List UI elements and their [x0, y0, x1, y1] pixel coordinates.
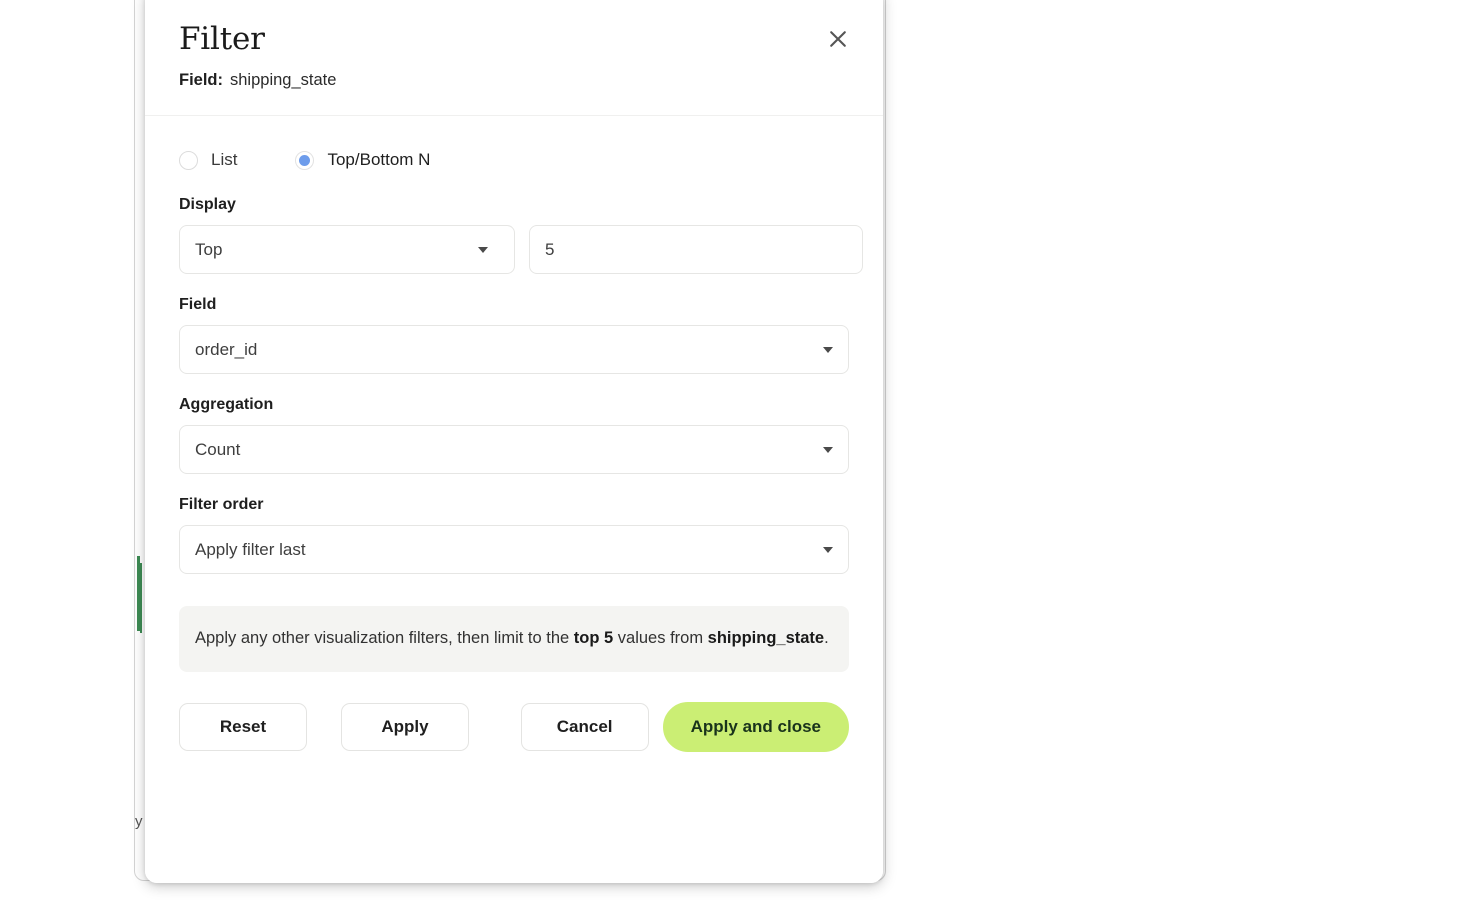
aggregation-select[interactable]: Count — [179, 425, 849, 474]
chevron-down-icon — [823, 546, 833, 553]
close-icon — [828, 29, 848, 49]
radio-label-list: List — [211, 150, 238, 169]
apply-and-close-button[interactable]: Apply and close — [662, 701, 849, 752]
infobox-text-part2: values from — [613, 629, 708, 647]
aggregation-select-value: Count — [195, 439, 241, 459]
modal-header: Filter Field: shipping_state — [145, 0, 883, 116]
infobox-text-bold1: top 5 — [573, 629, 614, 647]
field-group: Field order_id — [179, 296, 849, 374]
display-label: Display — [179, 196, 236, 213]
chevron-down-icon — [478, 246, 488, 253]
field-group-label: Field — [179, 296, 217, 313]
infobox-text-part1: Apply any other visualization filters, t… — [195, 629, 574, 647]
infobox-text-part3: . — [824, 629, 829, 647]
display-direction-value: Top — [195, 239, 223, 259]
radio-icon-list — [179, 150, 198, 170]
field-summary-label: Field: — [179, 71, 223, 89]
filter-order-select-value: Apply filter last — [195, 539, 306, 559]
radio-label-top-bottom-n: Top/Bottom N — [327, 150, 431, 169]
field-summary: Field: shipping_state — [179, 71, 849, 89]
page-title: Filter — [179, 21, 265, 57]
radio-option-top-bottom-n[interactable]: Top/Bottom N — [295, 150, 430, 170]
radio-icon-top-bottom-n — [295, 150, 315, 170]
reset-button[interactable]: Reset — [179, 702, 307, 751]
display-controls-row: Top 5 — [179, 225, 863, 274]
display-group: Display Top 5 — [179, 196, 863, 274]
field-summary-value: shipping_state — [230, 71, 337, 89]
filter-order-label: Filter order — [179, 496, 264, 513]
display-count-value: 5 — [545, 239, 555, 259]
modal-footer: Reset Apply Cancel Apply and close — [145, 672, 883, 786]
filter-order-select[interactable]: Apply filter last — [179, 525, 849, 574]
radio-option-list[interactable]: List — [179, 150, 237, 170]
infobox-text-bold2: shipping_state — [707, 629, 825, 647]
chevron-down-icon — [823, 446, 833, 453]
filter-mode-radio-group: List Top/Bottom N — [179, 150, 849, 170]
field-select[interactable]: order_id — [179, 325, 849, 374]
apply-button[interactable]: Apply — [341, 702, 469, 751]
aggregation-group: Aggregation Count — [179, 396, 849, 474]
background-axis-label-left: y — [135, 813, 143, 830]
cancel-button[interactable]: Cancel — [520, 702, 649, 751]
modal-body: List Top/Bottom N Display Top 5 Field or… — [145, 116, 883, 672]
filter-order-group: Filter order Apply filter last — [179, 496, 849, 574]
display-count-input[interactable]: 5 — [529, 225, 863, 274]
background-chart-line-left-2 — [140, 563, 142, 633]
aggregation-label: Aggregation — [179, 396, 274, 413]
filter-summary-infobox: Apply any other visualization filters, t… — [179, 606, 849, 672]
filter-modal: Filter Field: shipping_state List Top/Bot… — [145, 0, 883, 883]
display-direction-select[interactable]: Top — [179, 225, 515, 274]
field-select-value: order_id — [195, 339, 258, 359]
close-button[interactable] — [821, 22, 855, 56]
chevron-down-icon — [823, 346, 833, 353]
